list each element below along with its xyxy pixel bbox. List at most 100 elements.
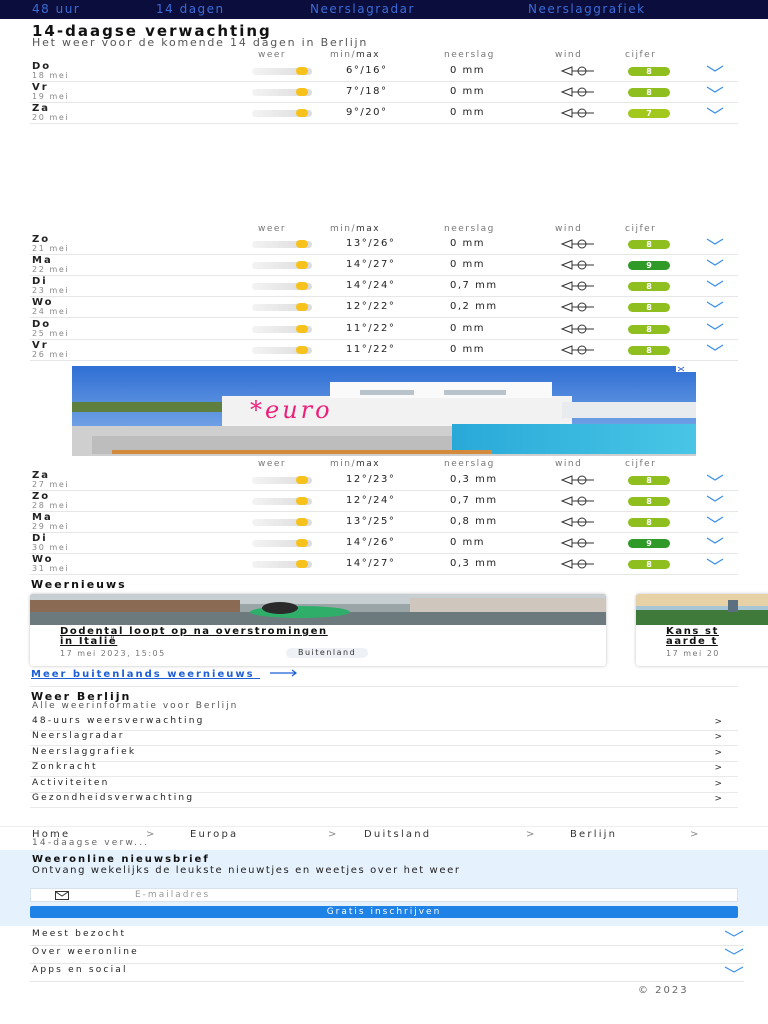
news-card[interactable]: Kans st aarde t 17 mei 20 bbox=[636, 594, 768, 666]
chevron-right-icon: > bbox=[714, 779, 722, 789]
weer-berlijn-link[interactable]: Zonkracht > bbox=[30, 762, 738, 777]
forecast-row[interactable]: Wo 31 mei 14°/27° 0,3 mm 8 bbox=[30, 554, 738, 575]
forecast-precipitation: 0,7 mm bbox=[450, 280, 498, 291]
news-card[interactable]: Dodental loopt op na overstromingen in I… bbox=[30, 594, 606, 666]
forecast-row[interactable]: Ma 22 mei 14°/27° 0 mm 9 bbox=[30, 255, 738, 276]
forecast-row[interactable]: Di 23 mei 14°/24° 0,7 mm 8 bbox=[30, 276, 738, 297]
wind-arrow-icon bbox=[558, 558, 600, 569]
forecast-row[interactable]: Do 18 mei 6°/16° 0 mm 8 bbox=[30, 61, 738, 82]
newsletter-title: Weeronline nieuwsbrief bbox=[32, 854, 210, 865]
nav-tab-14-dagen[interactable]: 14 dagen bbox=[156, 2, 225, 16]
chevron-down-icon[interactable] bbox=[706, 556, 724, 569]
nav-tab-neerslagradar[interactable]: Neerslagradar bbox=[310, 2, 415, 16]
forecast-score-badge: 8 bbox=[628, 497, 670, 506]
chevron-down-icon[interactable] bbox=[706, 321, 724, 334]
weer-berlijn-link[interactable]: Activiteiten > bbox=[30, 778, 738, 793]
forecast-column-headers: weer min/max neerslag wind cijfer bbox=[0, 459, 768, 471]
forecast-row[interactable]: Di 30 mei 14°/26° 0 mm 9 bbox=[30, 533, 738, 554]
sun-cloud-icon bbox=[252, 325, 312, 333]
forecast-precipitation: 0,3 mm bbox=[450, 558, 498, 569]
chevron-down-icon[interactable] bbox=[706, 535, 724, 548]
forecast-date: 20 mei bbox=[32, 113, 70, 122]
wind-arrow-icon bbox=[558, 86, 600, 97]
chevron-down-icon[interactable] bbox=[706, 342, 724, 355]
forecast-row[interactable]: Za 27 mei 12°/23° 0,3 mm 8 bbox=[30, 470, 738, 491]
forecast-date: 24 mei bbox=[32, 307, 70, 316]
wind-arrow-icon bbox=[558, 259, 600, 270]
forecast-date: 30 mei bbox=[32, 543, 70, 552]
news-title[interactable]: Dodental loopt op na overstromingen in I… bbox=[60, 627, 328, 647]
footer-accordion-item[interactable]: Apps en social bbox=[30, 964, 744, 982]
forecast-row[interactable]: Vr 19 mei 7°/18° 0 mm 8 bbox=[30, 82, 738, 103]
footer-accordion-item[interactable]: Over weeronline bbox=[30, 946, 744, 964]
breadcrumb-duitsland[interactable]: Duitsland bbox=[364, 829, 431, 840]
more-news-link[interactable]: Meer buitenlands weernieuws bbox=[31, 669, 298, 680]
advertisement-banner[interactable]: *euro bbox=[72, 366, 696, 456]
forecast-score-badge: 8 bbox=[628, 346, 670, 355]
forecast-date: 18 mei bbox=[32, 71, 70, 80]
forecast-temperature: 12°/22° bbox=[346, 301, 396, 312]
forecast-row[interactable]: Za 20 mei 9°/20° 0 mm 7 bbox=[30, 103, 738, 124]
news-image bbox=[30, 594, 606, 625]
wind-arrow-icon bbox=[558, 301, 600, 312]
forecast-precipitation: 0 mm bbox=[450, 323, 486, 334]
subscribe-button[interactable]: Gratis inschrijven bbox=[30, 906, 738, 918]
chevron-down-icon[interactable] bbox=[706, 299, 724, 312]
forecast-date: 28 mei bbox=[32, 501, 70, 510]
breadcrumb-europa[interactable]: Europa bbox=[190, 829, 238, 840]
forecast-temperature: 12°/24° bbox=[346, 495, 396, 506]
chevron-down-icon[interactable] bbox=[706, 236, 724, 249]
chevron-down-icon[interactable] bbox=[706, 105, 724, 118]
copyright: © 2023 bbox=[638, 985, 689, 996]
column-header-min-max: min/max bbox=[330, 459, 380, 469]
forecast-temperature: 14°/27° bbox=[346, 558, 396, 569]
sun-cloud-icon bbox=[252, 240, 312, 248]
chevron-down-icon[interactable] bbox=[706, 472, 724, 485]
column-header-max: max bbox=[356, 459, 381, 469]
forecast-column-headers: weer min/max neerslag wind cijfer bbox=[0, 224, 768, 236]
breadcrumb-berlijn[interactable]: Berlijn bbox=[570, 829, 617, 840]
news-date: 17 mei 20 bbox=[666, 649, 720, 658]
forecast-row[interactable]: Do 25 mei 11°/22° 0 mm 8 bbox=[30, 319, 738, 340]
news-title[interactable]: Kans st aarde t bbox=[666, 627, 719, 647]
chevron-down-icon bbox=[724, 964, 744, 977]
nav-tab-neerslaggrafiek[interactable]: Neerslaggrafiek bbox=[528, 2, 646, 16]
breadcrumb-current: 14-daagse verw... bbox=[32, 838, 150, 848]
forecast-row[interactable]: Vr 26 mei 11°/22° 0 mm 8 bbox=[30, 340, 738, 361]
chevron-down-icon[interactable] bbox=[706, 278, 724, 291]
chevron-right-icon: > bbox=[690, 829, 701, 840]
sun-cloud-icon bbox=[252, 282, 312, 290]
email-field[interactable] bbox=[135, 889, 725, 901]
chevron-down-icon[interactable] bbox=[706, 257, 724, 270]
forecast-date: 22 mei bbox=[32, 265, 70, 274]
forecast-row[interactable]: Ma 29 mei 13°/25° 0,8 mm 8 bbox=[30, 512, 738, 533]
chevron-down-icon[interactable] bbox=[706, 514, 724, 527]
forecast-row[interactable]: Wo 24 mei 12°/22° 0,2 mm 8 bbox=[30, 297, 738, 318]
forecast-temperature: 14°/26° bbox=[346, 537, 396, 548]
weer-berlijn-link[interactable]: Gezondheidsverwachting > bbox=[30, 793, 738, 808]
news-category-tag[interactable]: Buitenland bbox=[286, 648, 369, 658]
chevron-down-icon[interactable] bbox=[706, 84, 724, 97]
weer-berlijn-link[interactable]: 48-uurs weersverwachting > bbox=[30, 716, 738, 731]
chevron-down-icon bbox=[724, 946, 744, 959]
footer-accordion-item[interactable]: Meest bezocht bbox=[30, 928, 744, 946]
forecast-row[interactable]: Zo 28 mei 12°/24° 0,7 mm 8 bbox=[30, 491, 738, 512]
nav-tab-48-uur[interactable]: 48 uur bbox=[32, 2, 80, 16]
column-header-max: max bbox=[356, 224, 381, 234]
forecast-date: 23 mei bbox=[32, 286, 70, 295]
forecast-temperature: 7°/18° bbox=[346, 86, 388, 97]
forecast-temperature: 11°/22° bbox=[346, 344, 396, 355]
breadcrumb: Home > Europa > Duitsland > Berlijn > 14… bbox=[0, 826, 768, 850]
forecast-row[interactable]: Zo 21 mei 13°/26° 0 mm 8 bbox=[30, 234, 738, 255]
forecast-score-badge: 8 bbox=[628, 518, 670, 527]
column-header-weer: weer bbox=[258, 50, 287, 60]
chevron-right-icon: > bbox=[714, 748, 722, 758]
chevron-down-icon[interactable] bbox=[706, 63, 724, 76]
column-header-cijfer: cijfer bbox=[625, 224, 657, 234]
chevron-down-icon[interactable] bbox=[706, 493, 724, 506]
weer-berlijn-link[interactable]: Neerslagradar > bbox=[30, 731, 738, 746]
forecast-temperature: 6°/16° bbox=[346, 65, 388, 76]
forecast-temperature: 12°/23° bbox=[346, 474, 396, 485]
forecast-precipitation: 0 mm bbox=[450, 259, 486, 270]
weer-berlijn-link[interactable]: Neerslaggrafiek > bbox=[30, 747, 738, 762]
